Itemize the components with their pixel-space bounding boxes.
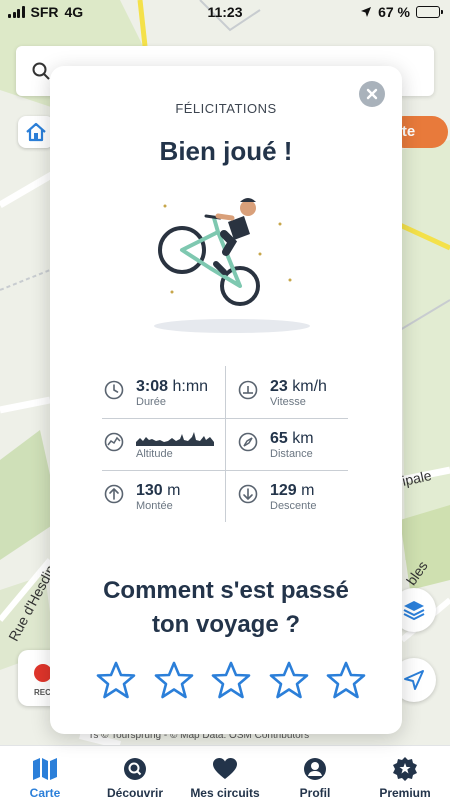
home-button[interactable] — [18, 116, 54, 148]
congratulations-modal: FÉLICITATIONS Bien joué ! 3:08 h:mn Duré… — [50, 66, 402, 734]
rating-question: Comment s'est passé ton voyage ? — [50, 574, 402, 642]
tab-mes-circuits[interactable]: Mes circuits — [180, 746, 270, 800]
altitude-profile-sparkline — [136, 432, 214, 446]
stat-value: 129 — [270, 482, 297, 499]
stat-unit: km/h — [292, 378, 327, 395]
modal-kicker: FÉLICITATIONS — [175, 101, 277, 116]
stat-label: Vitesse — [270, 396, 306, 408]
tab-label: Profil — [299, 786, 331, 800]
rating-question-line: Comment s'est passé — [103, 577, 349, 604]
stat-value: 23 — [270, 378, 288, 395]
profile-icon — [304, 758, 326, 780]
tab-label: Découvrir — [106, 786, 164, 800]
compass-icon — [238, 432, 258, 452]
speedometer-icon — [238, 380, 258, 400]
tab-premium[interactable]: Premium — [360, 746, 450, 800]
star-5-icon[interactable] — [326, 660, 366, 700]
layers-icon — [403, 601, 425, 621]
status-bar: SFR 4G 11:23 67 % — [0, 0, 450, 24]
stat-speed: 23 km/h Vitesse — [236, 366, 359, 418]
search-icon — [32, 62, 50, 80]
arrow-down-icon — [238, 484, 258, 504]
stat-unit: m — [301, 482, 315, 499]
cyclist-wheelie-illustration — [154, 198, 310, 333]
star-3-icon[interactable] — [211, 660, 251, 700]
stat-label: Descente — [270, 500, 317, 512]
record-label: REC — [34, 688, 51, 697]
location-arrow-icon — [361, 7, 372, 17]
stat-value: 3:08 — [136, 378, 169, 395]
tab-label: Carte — [29, 786, 61, 800]
tab-decouvrir[interactable]: Découvrir — [90, 746, 180, 800]
search-icon — [124, 758, 146, 780]
stat-unit: km — [292, 430, 314, 447]
star-1-icon[interactable] — [96, 660, 136, 700]
map-icon — [33, 758, 57, 780]
stat-label: Durée — [136, 396, 166, 408]
stat-value: 130 — [136, 482, 163, 499]
elevation-icon — [104, 432, 124, 452]
stat-altitude: Altitude — [102, 418, 225, 470]
stat-value: 65 — [270, 430, 288, 447]
star-2-icon[interactable] — [154, 660, 194, 700]
premium-badge-icon — [393, 757, 417, 781]
stat-label: Distance — [270, 448, 313, 460]
heart-icon — [213, 758, 237, 779]
navigation-arrow-icon — [404, 670, 424, 690]
stat-unit: h:mn — [172, 378, 209, 395]
stat-distance: 65 km Distance — [236, 418, 359, 470]
close-icon — [366, 88, 378, 100]
star-rating — [96, 660, 366, 700]
stats-divider — [225, 366, 226, 522]
stat-label: Montée — [136, 500, 173, 512]
clock-icon — [104, 380, 124, 400]
battery-percent: 67 % — [378, 4, 410, 20]
tab-profil[interactable]: Profil — [270, 746, 360, 800]
tab-label: Mes circuits — [190, 786, 260, 800]
stat-descent: 129 m Descente — [236, 470, 359, 522]
tab-label: Premium — [379, 786, 431, 800]
rating-question-line: ton voyage ? — [151, 611, 301, 638]
stat-unit: m — [167, 482, 181, 499]
modal-title: Bien joué ! — [159, 136, 293, 166]
star-4-icon[interactable] — [269, 660, 309, 700]
stat-ascent: 130 m Montée — [102, 470, 225, 522]
bottom-tab-bar: Carte Découvrir Mes circuits Profil Prem… — [0, 745, 450, 800]
trip-stats-grid: 3:08 h:mn Durée 23 km/h Vitesse Altitude… — [102, 366, 348, 522]
stat-label: Altitude — [136, 448, 173, 460]
arrow-up-icon — [104, 484, 124, 504]
tab-carte[interactable]: Carte — [0, 746, 90, 800]
battery-icon — [416, 6, 443, 18]
stat-duration: 3:08 h:mn Durée — [102, 366, 225, 418]
home-icon — [26, 122, 46, 142]
